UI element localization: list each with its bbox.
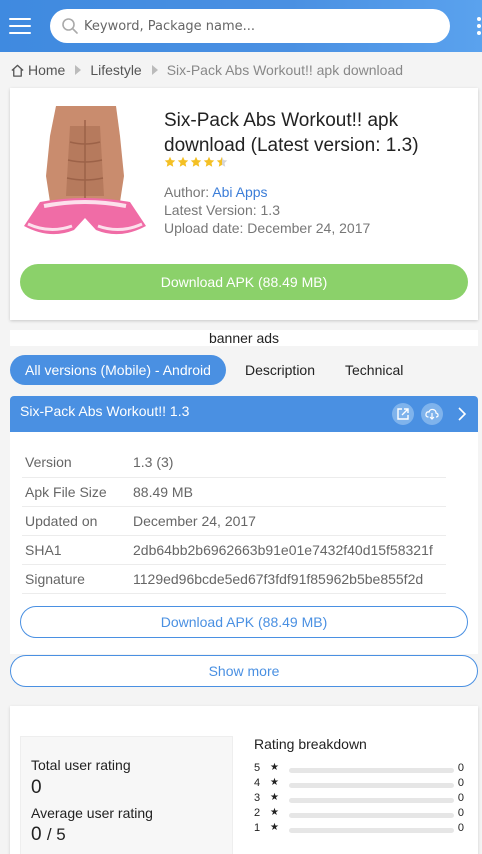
info-row: Signature 1129ed96bcde5ed67f3fdf91f85962b… (22, 564, 446, 594)
vertical-dots-icon[interactable] (474, 16, 482, 38)
breakdown-stars-number: 1 (254, 822, 261, 834)
star-icon (203, 156, 215, 167)
breakdown-row: 2 ★ 0 (254, 807, 468, 821)
upload-date-line: Upload date: December 24, 2017 (164, 220, 370, 236)
breadcrumb-current: Six-Pack Abs Workout!! apk download (166, 62, 404, 78)
rating-stars (164, 156, 229, 168)
info-key: Apk File Size (22, 477, 128, 507)
info-key: Signature (22, 564, 128, 594)
version-header[interactable]: Six-Pack Abs Workout!! 1.3 (10, 396, 478, 432)
info-key: Updated on (22, 506, 128, 536)
breakdown-row: 5 ★ 0 (254, 762, 468, 776)
star-icon (164, 156, 176, 167)
search-box[interactable] (50, 9, 450, 43)
breakdown-count: 0 (457, 762, 464, 774)
breakdown-row: 3 ★ 0 (254, 792, 468, 806)
info-row: SHA1 2db64bb2b6962663b91e01e7432f40d15f58… (22, 535, 446, 565)
author-label: Author: (164, 184, 213, 200)
total-rating-value: 0 (31, 777, 42, 798)
chevron-right-icon[interactable] (454, 406, 470, 422)
breakdown-stars-number: 3 (254, 792, 261, 804)
breakdown-count: 0 (457, 807, 464, 819)
info-value: 1.3 (3) (128, 448, 446, 478)
author-link[interactable]: Abi Apps (212, 184, 267, 200)
breakdown-bar (289, 798, 454, 803)
show-more-button[interactable]: Show more (10, 655, 478, 687)
star-icon: ★ (270, 822, 279, 833)
breadcrumb: Home Lifestyle Six-Pack Abs Workout!! ap… (10, 60, 403, 80)
star-icon: ★ (270, 807, 279, 818)
rating-summary: Total user rating 0 Average user rating … (20, 736, 233, 854)
upload-date-label: Upload date: (164, 220, 248, 236)
breakdown-count: 0 (457, 792, 464, 804)
average-rating-suffix: / 5 (46, 825, 66, 844)
breakdown-bar (289, 828, 454, 833)
latest-version-line: Latest Version: 1.3 (164, 202, 280, 218)
rating-card: Total user rating 0 Average user rating … (10, 706, 478, 854)
breakdown-row: 1 ★ 0 (254, 822, 468, 836)
latest-version-label: Latest Version: (164, 202, 261, 218)
breakdown-bar (289, 768, 454, 773)
info-row: Updated on December 24, 2017 (22, 506, 446, 536)
hamburger-menu-icon[interactable] (9, 16, 31, 36)
external-link-icon[interactable] (392, 403, 414, 425)
app-icon (20, 106, 150, 240)
star-icon (216, 156, 228, 167)
top-app-bar (0, 0, 482, 52)
latest-version-value: 1.3 (260, 202, 280, 218)
version-title: Six-Pack Abs Workout!! 1.3 (20, 403, 190, 419)
app-title: Six-Pack Abs Workout!! apk download (Lat… (164, 110, 419, 156)
star-icon: ★ (270, 777, 279, 788)
author-line: Author: Abi Apps (164, 184, 268, 200)
search-input[interactable] (84, 13, 440, 39)
tab-technical[interactable]: Technical (330, 355, 418, 385)
home-icon (11, 64, 24, 77)
tab-bar: All versions (Mobile) - Android Descript… (10, 355, 418, 385)
download-apk-button[interactable]: Download APK (88.49 MB) (20, 264, 468, 300)
breakdown-row: 4 ★ 0 (254, 777, 468, 791)
breadcrumb-separator-icon (151, 65, 158, 75)
rating-breakdown-title: Rating breakdown (254, 736, 367, 752)
breakdown-stars-number: 5 (254, 762, 261, 774)
upload-date-value: December 24, 2017 (247, 220, 371, 236)
info-key: Version (22, 448, 128, 478)
info-row: Apk File Size 88.49 MB (22, 477, 446, 507)
star-icon (190, 156, 202, 167)
info-value: 1129ed96bcde5ed67f3fdf91f85962b5be855f2d (128, 564, 446, 594)
tab-all-versions[interactable]: All versions (Mobile) - Android (10, 355, 226, 385)
version-download-apk-button[interactable]: Download APK (88.49 MB) (20, 606, 468, 638)
average-rating-number: 0 (31, 824, 42, 845)
banner-ads: banner ads (10, 330, 478, 346)
star-icon (177, 156, 189, 167)
breakdown-count: 0 (457, 822, 464, 834)
tab-description[interactable]: Description (230, 355, 330, 385)
star-icon: ★ (270, 762, 279, 773)
info-value: 2db64bb2b6962663b91e01e7432f40d15f58321f (128, 535, 446, 565)
search-icon (62, 18, 78, 34)
breakdown-stars-number: 4 (254, 777, 261, 789)
version-info-table: Version 1.3 (3) Apk File Size 88.49 MB Updat… (22, 448, 446, 594)
app-info-card: Six-Pack Abs Workout!! apk download (Lat… (10, 88, 478, 320)
average-rating-value: 0 / 5 (31, 824, 66, 846)
cloud-download-icon[interactable] (421, 403, 443, 425)
star-icon: ★ (270, 792, 279, 803)
info-value: 88.49 MB (128, 477, 446, 507)
breakdown-bar (289, 813, 454, 818)
info-value: December 24, 2017 (128, 506, 446, 536)
info-key: SHA1 (22, 535, 128, 565)
breakdown-stars-number: 2 (254, 807, 261, 819)
breakdown-count: 0 (457, 777, 464, 789)
version-details: Version 1.3 (3) Apk File Size 88.49 MB Updat… (10, 432, 478, 654)
breadcrumb-category-link[interactable]: Lifestyle (90, 62, 141, 78)
breakdown-bar (289, 783, 454, 788)
breadcrumb-home-link[interactable]: Home (28, 62, 65, 78)
breadcrumb-separator-icon (75, 65, 82, 75)
total-rating-label: Total user rating (31, 757, 131, 773)
info-row: Version 1.3 (3) (22, 448, 446, 478)
average-rating-label: Average user rating (31, 805, 153, 821)
